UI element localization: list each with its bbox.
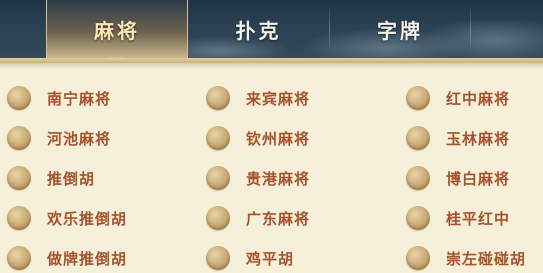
option-label: 推倒胡 (47, 169, 96, 188)
option-hechi-mahjong[interactable]: 河池麻将 (7, 123, 111, 153)
tab-label: 麻将 (94, 18, 140, 43)
option-label: 河池麻将 (47, 129, 112, 148)
option-bobai-mahjong[interactable]: 博白麻将 (406, 163, 510, 193)
option-guiping-hongzhong[interactable]: 桂平红中 (406, 203, 510, 233)
radio-button-icon[interactable] (406, 126, 430, 150)
option-laibin-mahjong[interactable]: 来宾麻将 (206, 83, 310, 113)
option-label: 广东麻将 (246, 209, 311, 228)
radio-button-icon[interactable] (406, 206, 430, 230)
option-yulin-mahjong[interactable]: 玉林麻将 (406, 123, 510, 153)
radio-button-icon[interactable] (206, 126, 230, 150)
radio-button-icon[interactable] (206, 246, 230, 270)
option-label: 红中麻将 (446, 89, 511, 108)
option-label: 鸡平胡 (246, 249, 295, 268)
option-label: 欢乐推倒胡 (47, 209, 128, 228)
option-chongzuo-pengpenghu[interactable]: 崇左碰碰胡 (406, 243, 526, 273)
radio-button-icon[interactable] (206, 166, 230, 190)
radio-button-icon[interactable] (7, 86, 31, 110)
radio-button-icon[interactable] (206, 206, 230, 230)
option-label: 来宾麻将 (246, 89, 311, 108)
option-guigang-mahjong[interactable]: 贵港麻将 (206, 163, 310, 193)
radio-button-icon[interactable] (406, 246, 430, 270)
option-qinzhou-mahjong[interactable]: 钦州麻将 (206, 123, 310, 153)
option-label: 博白麻将 (446, 169, 511, 188)
option-label: 贵港麻将 (246, 169, 311, 188)
tab-poker[interactable]: 扑克 (188, 0, 329, 58)
radio-button-icon[interactable] (206, 86, 230, 110)
option-label: 桂平红中 (446, 209, 511, 228)
radio-button-icon[interactable] (7, 126, 31, 150)
tab-divider (470, 8, 471, 50)
option-nanning-mahjong[interactable]: 南宁麻将 (7, 83, 111, 113)
option-guangdong-mahjong[interactable]: 广东麻将 (206, 203, 310, 233)
radio-button-icon[interactable] (7, 206, 31, 230)
tab-label: 字牌 (377, 18, 423, 43)
option-label: 崇左碰碰胡 (446, 249, 527, 268)
option-jipinghu[interactable]: 鸡平胡 (206, 243, 294, 273)
tab-label: 扑克 (235, 18, 282, 43)
tab-mahjong[interactable]: 麻将 (46, 0, 188, 58)
option-label: 钦州麻将 (246, 129, 311, 148)
tabbar-shadow (0, 63, 543, 69)
option-happy-tuidaohu[interactable]: 欢乐推倒胡 (7, 203, 127, 233)
option-label: 做牌推倒胡 (47, 249, 128, 268)
game-category-tabbar: 麻将 扑克 字牌 (0, 0, 543, 58)
option-label: 南宁麻将 (47, 89, 112, 108)
option-label: 玉林麻将 (446, 129, 511, 148)
radio-button-icon[interactable] (7, 246, 31, 270)
radio-button-icon[interactable] (7, 166, 31, 190)
option-zuopai-tuidaohu[interactable]: 做牌推倒胡 (7, 243, 127, 273)
option-hongzhong-mahjong[interactable]: 红中麻将 (406, 83, 510, 113)
radio-button-icon[interactable] (406, 166, 430, 190)
radio-button-icon[interactable] (406, 86, 430, 110)
tab-word-cards[interactable]: 字牌 (330, 0, 470, 58)
option-tuidaohu[interactable]: 推倒胡 (7, 163, 95, 193)
